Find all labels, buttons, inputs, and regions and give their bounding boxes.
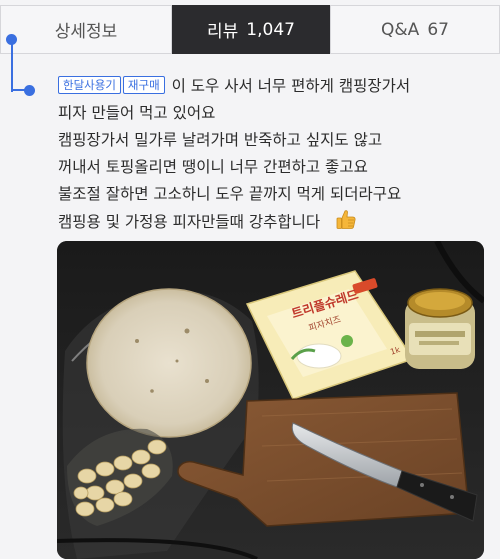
tab-reviews-label: 리뷰: [207, 22, 239, 42]
tab-qna[interactable]: Q&A 67: [330, 5, 500, 54]
tab-details-label: 상세정보: [54, 22, 118, 42]
review-line: 한달사용기 재구매 이 도우 사서 너무 편하게 캠핑장가서: [58, 73, 488, 100]
review-line-3: 캠핑장가서 밀가루 날려가며 반죽하고 싶지도 않고: [58, 131, 383, 149]
review-text: 한달사용기 재구매 이 도우 사서 너무 편하게 캠핑장가서 피자 만들어 먹고 …: [58, 73, 488, 239]
review-line-6-wrap: 캠핑용 및 가정용 피자만들때 강추합니다: [58, 208, 488, 239]
review-line-1: 이 도우 사서 너무 편하게 캠핑장가서: [171, 77, 411, 95]
thread-dot-top: [6, 34, 17, 45]
tab-qna-label: Q&A: [381, 19, 420, 40]
badge-repurchase: 재구매: [122, 76, 165, 94]
thumbs-up-icon: [335, 208, 357, 239]
review-line-6: 캠핑용 및 가정용 피자만들때 강추합니다: [58, 213, 321, 231]
review-line-5: 불조절 잘하면 고소하니 도우 끝까지 먹게 되더라구요: [58, 185, 402, 203]
tab-details[interactable]: 상세정보: [0, 5, 172, 54]
review-photo[interactable]: 트리플슈레드 피자치즈 1k: [57, 241, 484, 559]
thread-dot-review: [24, 85, 35, 96]
review-tab-bar: 상세정보 리뷰 1,047 Q&A 67: [0, 5, 500, 54]
thread-line: [11, 38, 13, 92]
tab-reviews-count: 1,047: [246, 19, 295, 40]
review-line-4: 꺼내서 토핑올리면 땡이니 너무 간편하고 좋고요: [58, 158, 368, 176]
badge-month-use: 한달사용기: [58, 76, 121, 94]
tab-reviews[interactable]: 리뷰 1,047: [172, 5, 330, 54]
tab-qna-count: 67: [427, 19, 449, 40]
review-line-2: 피자 만들어 먹고 있어요: [58, 104, 216, 122]
photo-illustration: 트리플슈레드 피자치즈 1k: [57, 241, 484, 559]
